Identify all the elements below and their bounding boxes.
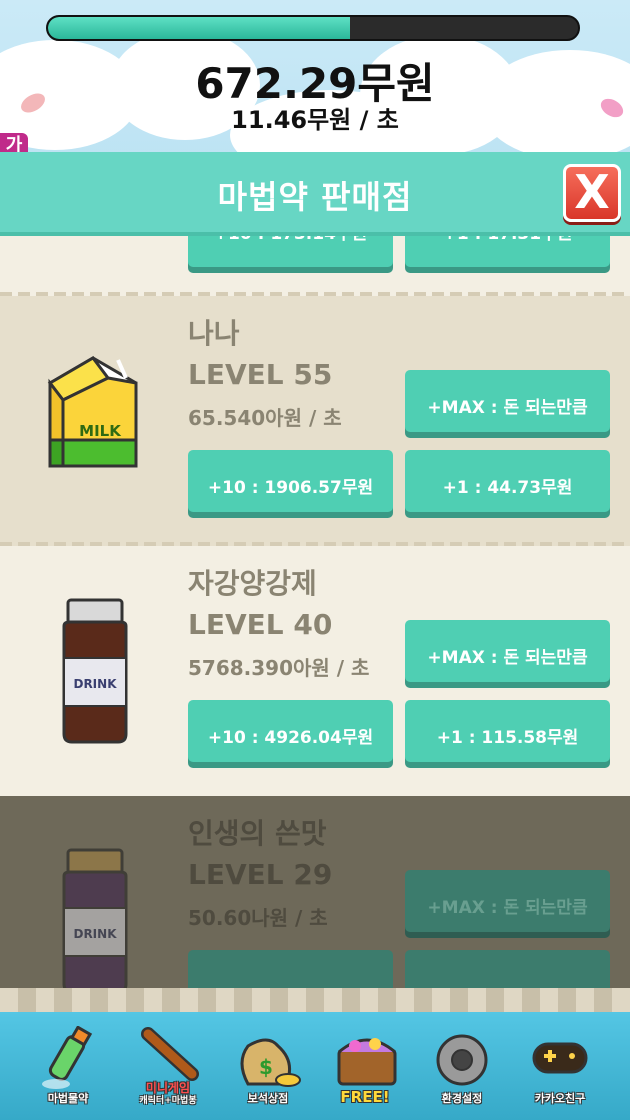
money-bag-icon: $ — [240, 1038, 301, 1087]
buy-10-button[interactable]: +10 : 173.14무원 — [188, 236, 393, 267]
item-rate: 5768.390아원 / 초 — [188, 656, 370, 680]
nav-label: 보석상점 — [247, 1092, 289, 1105]
potion-icon — [42, 1026, 93, 1089]
list-item: 자강양강제 LEVEL 40 5768.390아원 / 초 DRINK +MAX… — [0, 546, 630, 796]
nav-label: 카카오친구 — [534, 1092, 586, 1105]
list-item-locked: 인생의 쓴맛 LEVEL 29 50.60나원 / 초 DRINK +MAX :… — [0, 796, 630, 988]
buy-10-button — [188, 950, 393, 988]
nav-settings[interactable]: 환경설정 — [412, 1012, 512, 1120]
buy-1-button[interactable]: +1 : 44.73무원 — [405, 450, 610, 512]
drink-bottle-icon: DRINK — [50, 846, 160, 988]
buy-1-button — [405, 950, 610, 988]
buy-10-button[interactable]: +10 : 4926.04무원 — [188, 700, 393, 762]
item-level: LEVEL 55 — [188, 358, 333, 391]
shop-title: 마법약 판매점 — [217, 178, 413, 216]
milk-label: MILK — [79, 422, 122, 440]
item-rate: 50.60나원 / 초 — [188, 906, 328, 930]
nav-label: FREE! — [340, 1088, 390, 1106]
nav-kakao-friends[interactable]: 카카오친구 — [510, 1012, 610, 1120]
item-level: LEVEL 40 — [188, 608, 333, 641]
item-level: LEVEL 29 — [188, 858, 333, 891]
money-progress-bar — [46, 15, 580, 41]
nav-gem-shop[interactable]: $ 보석상점 — [218, 1012, 318, 1120]
nav-label: 환경설정 — [441, 1092, 483, 1105]
buy-max-button: +MAX : 돈 되는만큼 — [405, 870, 610, 932]
svg-text:$: $ — [259, 1055, 273, 1079]
buy-1-button[interactable]: +1 : 17.31무원 — [405, 236, 610, 267]
bottom-nav: 마법물약 미니게임 캐릭터+마법봉 $ 보석상점 FREE! 환경설정 카카오친… — [0, 1012, 630, 1120]
floor-decoration — [0, 988, 630, 1012]
list-item: 나나 LEVEL 55 65.540아원 / 초 MILK +MAX : 돈 되… — [0, 296, 630, 546]
buy-1-button[interactable]: +1 : 115.58무원 — [405, 700, 610, 762]
buy-10-button[interactable]: +10 : 1906.57무원 — [188, 450, 393, 512]
gear-icon — [436, 1034, 488, 1086]
item-name: 인생의 쓴맛 — [188, 817, 327, 850]
item-name: 자강양강제 — [188, 567, 317, 600]
nav-label: 캐릭터+마법봉 — [139, 1096, 197, 1106]
nav-label: 마법물약 — [47, 1092, 89, 1105]
drink-bottle-icon: DRINK — [50, 596, 160, 746]
nav-potion[interactable]: 마법물약 — [18, 1012, 118, 1120]
item-name: 나나 — [188, 317, 240, 350]
nav-minigame[interactable]: 미니게임 캐릭터+마법봉 — [118, 1012, 218, 1120]
treasure-chest-icon — [337, 1038, 397, 1086]
item-rate: 65.540아원 / 초 — [188, 406, 342, 430]
drink-label: DRINK — [73, 927, 117, 941]
close-button[interactable]: X — [563, 164, 621, 222]
milk-carton-icon: MILK — [38, 348, 148, 498]
buy-max-button[interactable]: +MAX : 돈 되는만큼 — [405, 370, 610, 432]
nav-free[interactable]: FREE! — [315, 1012, 415, 1120]
gamepad-icon — [532, 1042, 588, 1074]
shop-header: 마법약 판매점 — [0, 152, 630, 236]
potion-list[interactable]: +10 : 173.14무원 +1 : 17.31무원 나나 LEVEL 55 … — [0, 236, 630, 988]
money-rate: 11.46무원 / 초 — [231, 106, 399, 134]
drink-label: DRINK — [73, 677, 117, 691]
progress-fill — [48, 17, 351, 39]
buy-max-button[interactable]: +MAX : 돈 되는만큼 — [405, 620, 610, 682]
